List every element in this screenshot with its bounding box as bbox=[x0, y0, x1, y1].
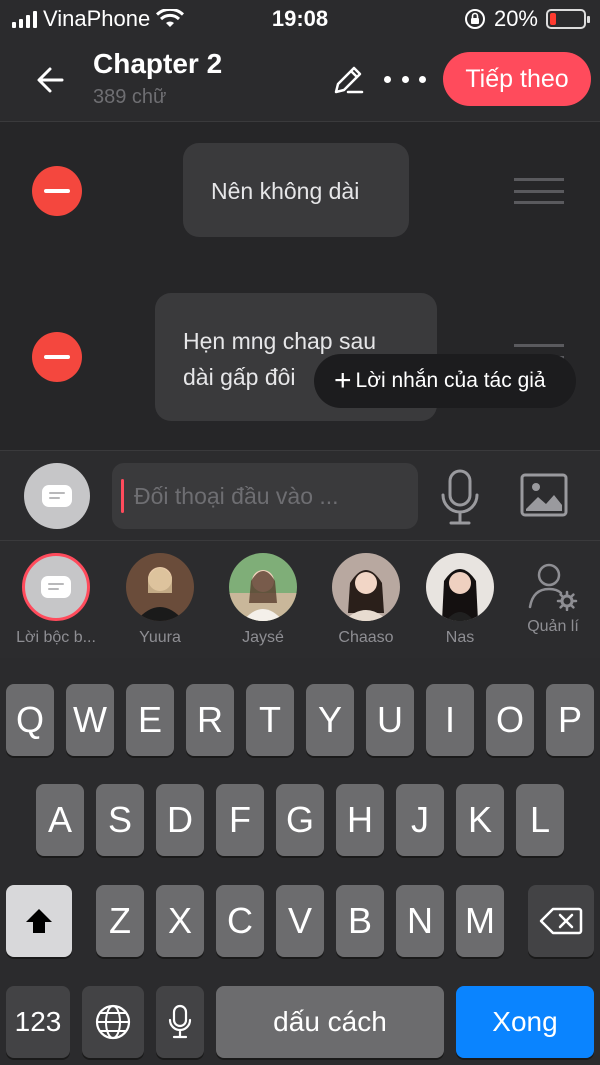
author-note-label: Lời nhắn của tác giả bbox=[355, 369, 546, 392]
battery-percent: 20% bbox=[493, 6, 538, 31]
key-e[interactable]: E bbox=[126, 684, 174, 756]
battery-fill bbox=[550, 13, 556, 25]
globe-key[interactable] bbox=[82, 986, 144, 1058]
character-item[interactable]: Chaaso bbox=[316, 553, 416, 647]
key-z[interactable]: Z bbox=[96, 885, 144, 957]
key-h[interactable]: H bbox=[336, 784, 384, 856]
dialogue-input[interactable] bbox=[134, 463, 414, 529]
key-o[interactable]: O bbox=[486, 684, 534, 756]
next-button[interactable]: Tiếp theo bbox=[443, 52, 591, 106]
key-i[interactable]: I bbox=[426, 684, 474, 756]
remove-message-button[interactable] bbox=[32, 332, 82, 382]
numbers-key[interactable]: 123 bbox=[6, 986, 70, 1058]
space-key[interactable]: dấu cách bbox=[216, 986, 444, 1058]
character-avatar bbox=[22, 553, 90, 621]
key-f[interactable]: F bbox=[216, 784, 264, 856]
manage-label: Quản lí bbox=[527, 618, 579, 635]
character-name: Nas bbox=[445, 629, 475, 646]
key-s[interactable]: S bbox=[96, 784, 144, 856]
author-note-button[interactable]: + Lời nhắn của tác giả bbox=[314, 354, 576, 408]
character-name: Yuura bbox=[139, 629, 181, 646]
character-name: Lời bộc b... bbox=[16, 629, 96, 646]
plus-icon: + bbox=[334, 364, 352, 397]
done-key[interactable]: Xong bbox=[456, 986, 594, 1058]
chat-bubble-icon bbox=[42, 485, 72, 507]
keyboard: Q W E R T Y U I O P A S D F G H J K L Z … bbox=[0, 658, 600, 1065]
narrator-avatar-button[interactable] bbox=[24, 463, 90, 529]
edit-pencil-icon[interactable] bbox=[330, 62, 366, 98]
message-text: Nên không dài bbox=[211, 178, 360, 204]
minus-icon bbox=[44, 189, 70, 193]
manage-person-gear-icon bbox=[528, 563, 578, 612]
status-right: 20% bbox=[464, 6, 590, 32]
image-icon[interactable] bbox=[520, 473, 568, 517]
microphone-icon[interactable] bbox=[440, 469, 480, 525]
key-j[interactable]: J bbox=[396, 784, 444, 856]
character-name: Jaysé bbox=[242, 629, 284, 646]
character-item[interactable]: Yuura bbox=[110, 553, 210, 647]
rotation-lock-icon bbox=[464, 9, 485, 29]
key-v[interactable]: V bbox=[276, 885, 324, 957]
key-t[interactable]: T bbox=[246, 684, 294, 756]
minus-icon bbox=[44, 355, 70, 359]
key-n[interactable]: N bbox=[396, 885, 444, 957]
chapter-title[interactable]: Chapter 2 bbox=[93, 48, 222, 80]
composer-row bbox=[0, 450, 600, 540]
key-d[interactable]: D bbox=[156, 784, 204, 856]
word-count: 389 chữ bbox=[93, 86, 167, 108]
text-caret bbox=[121, 479, 124, 513]
status-bar: VinaPhone 19:08 20% bbox=[0, 0, 600, 40]
dialogue-list: Nên không dài Hẹn mng chap sau dài gấp đ… bbox=[0, 122, 600, 450]
key-p[interactable]: P bbox=[546, 684, 594, 756]
key-c[interactable]: C bbox=[216, 885, 264, 957]
key-u[interactable]: U bbox=[366, 684, 414, 756]
message-bubble[interactable]: Nên không dài bbox=[183, 143, 409, 237]
dialogue-input-wrapper[interactable] bbox=[112, 463, 418, 529]
back-arrow-icon[interactable] bbox=[30, 58, 74, 102]
key-w[interactable]: W bbox=[66, 684, 114, 756]
character-narrator[interactable]: Lời bộc b... bbox=[6, 553, 106, 647]
key-x[interactable]: X bbox=[156, 885, 204, 957]
character-bar: Lời bộc b... Yuura Jaysé Chaaso Nas Quản… bbox=[0, 540, 600, 658]
key-k[interactable]: K bbox=[456, 784, 504, 856]
shift-key[interactable] bbox=[6, 885, 72, 957]
key-a[interactable]: A bbox=[36, 784, 84, 856]
key-q[interactable]: Q bbox=[6, 684, 54, 756]
globe-icon bbox=[95, 1004, 131, 1040]
key-g[interactable]: G bbox=[276, 784, 324, 856]
battery-icon bbox=[546, 9, 590, 29]
microphone-icon bbox=[168, 1004, 192, 1039]
key-b[interactable]: B bbox=[336, 885, 384, 957]
avatar bbox=[426, 553, 494, 621]
avatar bbox=[229, 553, 297, 621]
shift-icon bbox=[26, 909, 52, 933]
character-name: Chaaso bbox=[338, 629, 394, 646]
manage-characters-button[interactable]: Quản lí bbox=[518, 561, 588, 636]
character-item[interactable]: Nas bbox=[410, 553, 510, 647]
more-dots-icon[interactable] bbox=[384, 64, 426, 94]
remove-message-button[interactable] bbox=[32, 166, 82, 216]
avatar bbox=[332, 553, 400, 621]
chat-bubble-icon bbox=[41, 576, 71, 598]
backspace-icon bbox=[539, 907, 583, 935]
dictation-key[interactable] bbox=[156, 986, 204, 1058]
editor-header: Chapter 2 389 chữ Tiếp theo bbox=[0, 40, 600, 122]
backspace-key[interactable] bbox=[528, 885, 594, 957]
key-l[interactable]: L bbox=[516, 784, 564, 856]
drag-handle-icon[interactable] bbox=[514, 178, 564, 204]
key-y[interactable]: Y bbox=[306, 684, 354, 756]
key-m[interactable]: M bbox=[456, 885, 504, 957]
character-item[interactable]: Jaysé bbox=[213, 553, 313, 647]
key-r[interactable]: R bbox=[186, 684, 234, 756]
avatar bbox=[126, 553, 194, 621]
